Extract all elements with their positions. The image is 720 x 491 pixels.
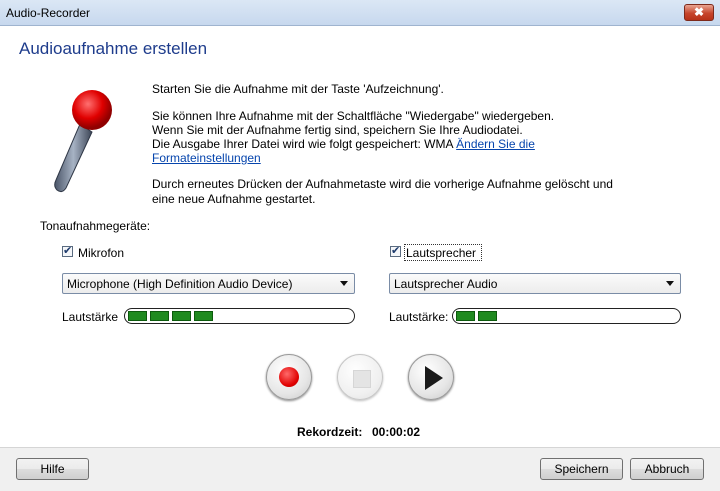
speaker-device-select[interactable]: Lautsprecher Audio [389, 273, 681, 294]
record-time-value: 00:00:02 [372, 425, 421, 439]
close-button[interactable]: ✖ [684, 4, 714, 21]
play-button[interactable] [408, 354, 454, 400]
level-segment [128, 311, 147, 321]
play-icon [425, 366, 443, 390]
stop-button[interactable] [337, 354, 383, 400]
record-button[interactable] [266, 354, 312, 400]
level-segment [478, 311, 497, 321]
dialog-body: Audioaufnahme erstellen Starten Sie die … [4, 26, 716, 447]
speaker-checkbox-label: Lautsprecher [406, 246, 477, 260]
speaker-volume-label: Lautstärke: [389, 310, 449, 324]
level-segment [456, 311, 475, 321]
speaker-checkbox[interactable] [390, 244, 401, 257]
title-bar: Audio-Recorder ✖ [0, 0, 720, 26]
format-line-2: Formateinstellungen [152, 151, 261, 166]
mic-volume-label: Lautstärke [62, 310, 119, 324]
mic-device-value: Microphone (High Definition Audio Device… [67, 277, 293, 291]
mic-device-select[interactable]: Microphone (High Definition Audio Device… [62, 273, 355, 294]
format-text: Die Ausgabe Ihrer Datei wird wie folgt g… [152, 137, 457, 151]
cancel-button[interactable]: Abbruch [630, 458, 704, 480]
close-icon: ✖ [693, 5, 705, 19]
window-title: Audio-Recorder [6, 6, 91, 20]
help-button[interactable]: Hilfe [16, 458, 89, 480]
mic-checkbox-label: Mikrofon [78, 246, 125, 260]
format-line: Die Ausgabe Ihrer Datei wird wie folgt g… [152, 137, 535, 152]
instruction-line: Sie können Ihre Aufnahme mit der Schaltf… [152, 109, 555, 123]
speaker-level-meter [452, 308, 681, 324]
level-segment [150, 311, 169, 321]
microphone-icon [54, 90, 112, 193]
instruction-line: eine neue Aufnahme gestartet. [152, 192, 316, 206]
chevron-down-icon [340, 281, 348, 286]
devices-label: Tonaufnahmegeräte: [40, 219, 151, 233]
format-settings-link[interactable]: Ändern Sie die [456, 137, 535, 151]
stop-icon [353, 370, 371, 388]
instruction-line: Starten Sie die Aufnahme mit der Taste '… [152, 82, 444, 96]
save-button[interactable]: Speichern [540, 458, 623, 480]
mic-checkbox[interactable] [62, 244, 73, 257]
instruction-line: Durch erneutes Drücken der Aufnahmetaste… [152, 177, 613, 191]
mic-level-meter [124, 308, 355, 324]
speaker-device-value: Lautsprecher Audio [394, 277, 498, 291]
record-time-label: Rekordzeit: [297, 425, 363, 439]
page-title: Audioaufnahme erstellen [19, 39, 208, 58]
button-bar: Hilfe Speichern Abbruch [0, 447, 720, 491]
instruction-line: Wenn Sie mit der Aufnahme fertig sind, s… [152, 123, 523, 137]
level-segment [194, 311, 213, 321]
level-segment [172, 311, 191, 321]
record-icon [279, 367, 299, 387]
format-settings-link-cont[interactable]: Formateinstellungen [152, 151, 261, 165]
chevron-down-icon [666, 281, 674, 286]
